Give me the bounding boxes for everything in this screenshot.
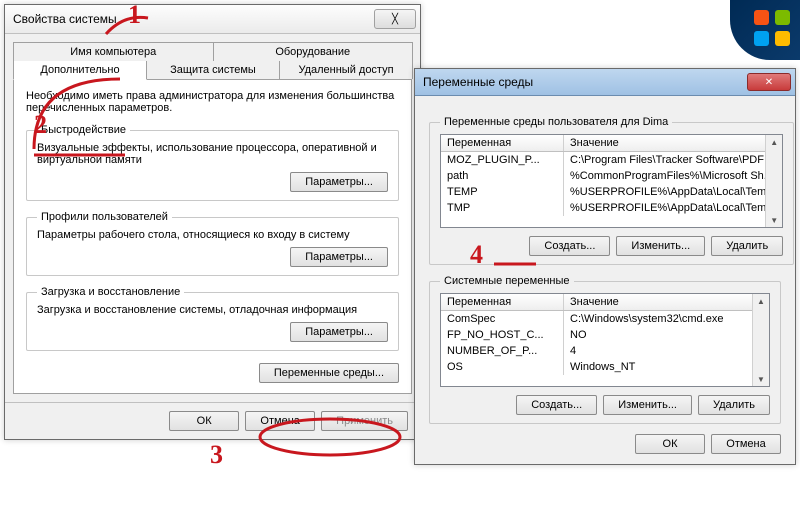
apply-button[interactable]: Применить bbox=[321, 411, 408, 431]
table-row[interactable]: path%CommonProgramFiles%\Microsoft Sh... bbox=[441, 168, 782, 184]
windows-flag-icon bbox=[754, 10, 790, 46]
sysprops-title: Свойства системы bbox=[13, 12, 117, 26]
table-row[interactable]: TMP%USERPROFILE%\AppData\Local\Temp bbox=[441, 200, 782, 216]
var-name: FP_NO_HOST_C... bbox=[441, 327, 564, 343]
scroll-up-icon[interactable]: ▲ bbox=[754, 294, 768, 308]
boot-legend: Загрузка и восстановление bbox=[37, 286, 184, 298]
close-icon[interactable]: ✕ bbox=[747, 73, 791, 91]
sys-edit-button[interactable]: Изменить... bbox=[603, 395, 692, 415]
sysprops-tab-body: Необходимо иметь права администратора дл… bbox=[13, 80, 412, 394]
col-variable[interactable]: Переменная bbox=[441, 294, 564, 310]
env-vars-button[interactable]: Переменные среды... bbox=[259, 363, 399, 383]
table-row[interactable]: TEMP%USERPROFILE%\AppData\Local\Temp bbox=[441, 184, 782, 200]
table-row[interactable]: OSWindows_NT bbox=[441, 359, 769, 375]
tab-system-protection[interactable]: Защита системы bbox=[146, 61, 280, 79]
profiles-group: Профили пользователей Параметры рабочего… bbox=[26, 211, 399, 276]
tab-hardware[interactable]: Оборудование bbox=[213, 42, 414, 61]
scroll-down-icon[interactable]: ▼ bbox=[767, 213, 781, 227]
var-name: path bbox=[441, 168, 564, 184]
boot-params-button[interactable]: Параметры... bbox=[290, 322, 388, 342]
profiles-text: Параметры рабочего стола, относящиеся ко… bbox=[37, 229, 388, 241]
ok-button[interactable]: ОК bbox=[169, 411, 239, 431]
var-name: TEMP bbox=[441, 184, 564, 200]
col-value[interactable]: Значение bbox=[564, 294, 769, 310]
var-value: 4 bbox=[564, 343, 769, 359]
performance-legend: Быстродействие bbox=[37, 124, 130, 136]
env-titlebar: Переменные среды ✕ bbox=[415, 69, 795, 96]
profiles-params-button[interactable]: Параметры... bbox=[290, 247, 388, 267]
var-value: NO bbox=[564, 327, 769, 343]
sys-vars-table[interactable]: Переменная Значение ComSpecC:\Windows\sy… bbox=[440, 293, 770, 387]
boot-text: Загрузка и восстановление системы, отлад… bbox=[37, 304, 388, 316]
sysprops-titlebar: Свойства системы ╳ bbox=[5, 5, 420, 34]
cancel-button[interactable]: Отмена bbox=[245, 411, 315, 431]
scroll-down-icon[interactable]: ▼ bbox=[754, 372, 768, 386]
tab-advanced[interactable]: Дополнительно bbox=[13, 61, 147, 80]
var-value: %USERPROFILE%\AppData\Local\Temp bbox=[564, 200, 782, 216]
sysprops-bottom-buttons: ОК Отмена Применить bbox=[5, 402, 420, 439]
col-variable[interactable]: Переменная bbox=[441, 135, 564, 151]
user-vars-group: Переменные среды пользователя для Dima П… bbox=[429, 116, 794, 265]
performance-text: Визуальные эффекты, использование процес… bbox=[37, 142, 388, 166]
user-edit-button[interactable]: Изменить... bbox=[616, 236, 705, 256]
close-icon[interactable]: ╳ bbox=[374, 9, 416, 29]
table-row[interactable]: MOZ_PLUGIN_P...C:\Program Files\Tracker … bbox=[441, 152, 782, 168]
user-vars-table[interactable]: Переменная Значение MOZ_PLUGIN_P...C:\Pr… bbox=[440, 134, 783, 228]
profiles-legend: Профили пользователей bbox=[37, 211, 172, 223]
table-row[interactable]: NUMBER_OF_P...4 bbox=[441, 343, 769, 359]
scrollbar[interactable]: ▲ ▼ bbox=[752, 294, 769, 386]
tab-computer-name[interactable]: Имя компьютера bbox=[13, 42, 214, 61]
user-vars-legend: Переменные среды пользователя для Dima bbox=[440, 116, 672, 128]
boot-group: Загрузка и восстановление Загрузка и вос… bbox=[26, 286, 399, 351]
var-value: C:\Program Files\Tracker Software\PDF ..… bbox=[564, 152, 782, 168]
env-title: Переменные среды bbox=[423, 75, 533, 89]
env-body: Переменные среды пользователя для Dima П… bbox=[415, 96, 795, 464]
user-create-button[interactable]: Создать... bbox=[529, 236, 610, 256]
var-name: NUMBER_OF_P... bbox=[441, 343, 564, 359]
var-value: C:\Windows\system32\cmd.exe bbox=[564, 311, 769, 327]
performance-params-button[interactable]: Параметры... bbox=[290, 172, 388, 192]
env-ok-button[interactable]: ОК bbox=[635, 434, 705, 454]
annotation-3: 3 bbox=[210, 440, 223, 470]
user-table-header: Переменная Значение bbox=[441, 135, 782, 152]
intro-text: Необходимо иметь права администратора дл… bbox=[26, 90, 399, 114]
scrollbar[interactable]: ▲ ▼ bbox=[765, 135, 782, 227]
var-name: MOZ_PLUGIN_P... bbox=[441, 152, 564, 168]
var-name: TMP bbox=[441, 200, 564, 216]
sys-delete-button[interactable]: Удалить bbox=[698, 395, 770, 415]
tab-remote[interactable]: Удаленный доступ bbox=[279, 61, 413, 79]
env-cancel-button[interactable]: Отмена bbox=[711, 434, 781, 454]
sys-create-button[interactable]: Создать... bbox=[516, 395, 597, 415]
system-properties-dialog: Свойства системы ╳ Имя компьютера Оборуд… bbox=[4, 4, 421, 440]
var-value: %CommonProgramFiles%\Microsoft Sh... bbox=[564, 168, 782, 184]
sys-vars-group: Системные переменные Переменная Значение… bbox=[429, 275, 781, 424]
col-value[interactable]: Значение bbox=[564, 135, 782, 151]
var-value: %USERPROFILE%\AppData\Local\Temp bbox=[564, 184, 782, 200]
performance-group: Быстродействие Визуальные эффекты, испол… bbox=[26, 124, 399, 201]
windows-logo-corner bbox=[730, 0, 800, 60]
sys-table-header: Переменная Значение bbox=[441, 294, 769, 311]
table-row[interactable]: FP_NO_HOST_C...NO bbox=[441, 327, 769, 343]
var-value: Windows_NT bbox=[564, 359, 769, 375]
scroll-up-icon[interactable]: ▲ bbox=[767, 135, 781, 149]
user-delete-button[interactable]: Удалить bbox=[711, 236, 783, 256]
sys-vars-legend: Системные переменные bbox=[440, 275, 574, 287]
var-name: ComSpec bbox=[441, 311, 564, 327]
env-vars-dialog: Переменные среды ✕ Переменные среды поль… bbox=[414, 68, 796, 465]
var-name: OS bbox=[441, 359, 564, 375]
table-row[interactable]: ComSpecC:\Windows\system32\cmd.exe bbox=[441, 311, 769, 327]
sysprops-tabs: Имя компьютера Оборудование Дополнительн… bbox=[13, 42, 412, 80]
